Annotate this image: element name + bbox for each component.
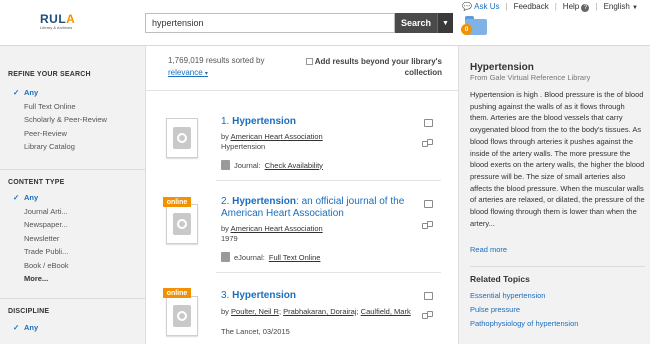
content-type-title: CONTENT TYPE	[8, 179, 65, 186]
result-source: Hypertension	[221, 142, 266, 151]
cite-icon[interactable]	[422, 139, 434, 147]
result-title[interactable]: 1. Hypertension	[221, 116, 421, 128]
author-link[interactable]: Prabhakaran, Dorairaj	[283, 307, 356, 316]
check-availability-link[interactable]: Check Availability	[265, 161, 323, 170]
document-icon	[173, 213, 191, 235]
result-source: 1979	[221, 234, 238, 243]
sort-selector[interactable]: relevance ▾	[168, 68, 208, 77]
related-topics-title: Related Topics	[470, 274, 530, 284]
ejournal-icon	[221, 252, 230, 262]
result-source: The Lancet, 03/2015	[221, 327, 290, 336]
search-options-dropdown[interactable]: ▼	[437, 13, 453, 33]
related-topic-link[interactable]: Pulse pressure	[470, 305, 520, 314]
content-type-newsletter[interactable]: Newsletter	[8, 232, 69, 246]
results-list: 1,769,019 results sorted by relevance ▾ …	[146, 46, 458, 344]
chat-icon: 💬	[462, 2, 473, 11]
content-type-journal[interactable]: Journal Arti...	[8, 205, 69, 219]
document-icon	[173, 127, 191, 149]
topic-description: Hypertension is high . Blood pressure is…	[470, 90, 645, 228]
app-header: RULA Library & Archives Search ▼ 0 💬Ask …	[0, 0, 650, 46]
refine-item-peer-review[interactable]: Peer-Review	[8, 127, 107, 141]
online-badge: online	[163, 197, 191, 207]
check-icon: ✓	[13, 193, 20, 202]
check-icon: ✓	[13, 88, 20, 97]
question-icon: ?	[581, 3, 590, 12]
preview-icon[interactable]	[424, 200, 433, 208]
topic-title: Hypertension	[470, 62, 534, 73]
results-count: 1,769,019 results sorted by	[168, 56, 265, 65]
result-access: eJournal: Full Text Online	[221, 252, 320, 262]
cite-icon[interactable]	[422, 221, 434, 229]
discipline-any[interactable]: ✓ Any	[8, 321, 38, 335]
content-type-book[interactable]: Book / eBook	[8, 259, 69, 273]
discipline-title: DISCIPLINE	[8, 308, 50, 315]
result-thumbnail[interactable]	[166, 296, 198, 336]
journal-icon	[221, 160, 230, 170]
cite-icon[interactable]	[422, 311, 434, 319]
chevron-down-icon: ▼	[442, 19, 449, 27]
refine-item-full-text[interactable]: Full Text Online	[8, 100, 107, 114]
ask-us-link[interactable]: 💬 Ask Us	[462, 2, 499, 11]
author-link[interactable]: American Heart Association	[231, 132, 323, 141]
search-button[interactable]: Search	[395, 13, 437, 33]
result-authors: by American Heart Association	[221, 224, 323, 233]
refine-item-library-catalog[interactable]: Library Catalog	[8, 140, 107, 154]
result-access: Journal: Check Availability	[221, 160, 323, 170]
refine-item-scholarly[interactable]: Scholarly & Peer-Review	[8, 113, 107, 127]
content-type-trade[interactable]: Trade Publi...	[8, 245, 69, 259]
logo-text: RUL	[40, 12, 67, 26]
utility-links: 💬 Ask Us | Feedback | Help ? | English ▼	[462, 1, 638, 12]
content-type-more[interactable]: More...	[8, 272, 69, 286]
read-more-link[interactable]: Read more	[470, 245, 507, 254]
caret-down-icon: ▾	[204, 71, 208, 77]
logo-accent: A	[66, 12, 76, 26]
preview-icon[interactable]	[424, 292, 433, 300]
feedback-link[interactable]: Feedback	[514, 2, 549, 11]
logo-subtitle: Library & Archives	[40, 25, 73, 30]
result-thumbnail[interactable]	[166, 118, 198, 158]
folder-count-badge: 0	[461, 24, 472, 35]
chevron-down-icon: ▼	[632, 5, 638, 11]
refine-title: REFINE YOUR SEARCH	[8, 71, 91, 78]
add-results-option[interactable]: Add results beyond your library's collec…	[304, 57, 442, 78]
check-icon: ✓	[13, 323, 20, 332]
content-type-newspaper[interactable]: Newspaper...	[8, 218, 69, 232]
result-thumbnail[interactable]	[166, 204, 198, 244]
refine-sidebar: REFINE YOUR SEARCH ✓ Any Full Text Online…	[0, 46, 146, 344]
refine-item-any[interactable]: ✓ Any	[8, 86, 107, 100]
add-results-checkbox[interactable]	[305, 58, 313, 65]
result-title[interactable]: 2. Hypertension: an official journal of …	[221, 196, 421, 220]
topic-source: From Gale Virtual Reference Library	[470, 73, 591, 82]
result-authors: by American Heart Association	[221, 132, 323, 141]
result-authors: by Poulter, Neil R; Prabhakaran, Doraira…	[221, 307, 411, 316]
refine-section: REFINE YOUR SEARCH	[8, 71, 91, 78]
preview-icon[interactable]	[424, 119, 433, 127]
full-text-online-link[interactable]: Full Text Online	[269, 253, 321, 262]
search-input[interactable]	[146, 14, 394, 32]
folder-button[interactable]: 0	[461, 15, 487, 35]
library-logo[interactable]: RULA Library & Archives	[40, 12, 76, 33]
topic-panel: Hypertension From Gale Virtual Reference…	[458, 46, 650, 344]
help-link[interactable]: Help ?	[563, 2, 590, 12]
author-link[interactable]: Poulter, Neil R	[231, 307, 279, 316]
results-header: 1,769,019 results sorted by relevance ▾ …	[146, 46, 458, 91]
document-icon	[173, 305, 191, 327]
result-title[interactable]: 3. Hypertension	[221, 290, 421, 302]
related-topic-link[interactable]: Pathophysiology of hypertension	[470, 319, 578, 328]
author-link[interactable]: American Heart Association	[231, 224, 323, 233]
author-link[interactable]: Caulfield, Mark	[361, 307, 411, 316]
search-field[interactable]	[145, 13, 395, 33]
content-type-any[interactable]: ✓ Any	[8, 191, 69, 205]
online-badge: online	[163, 288, 191, 298]
language-selector[interactable]: English ▼	[604, 2, 638, 11]
related-topic-link[interactable]: Essential hypertension	[470, 291, 545, 300]
